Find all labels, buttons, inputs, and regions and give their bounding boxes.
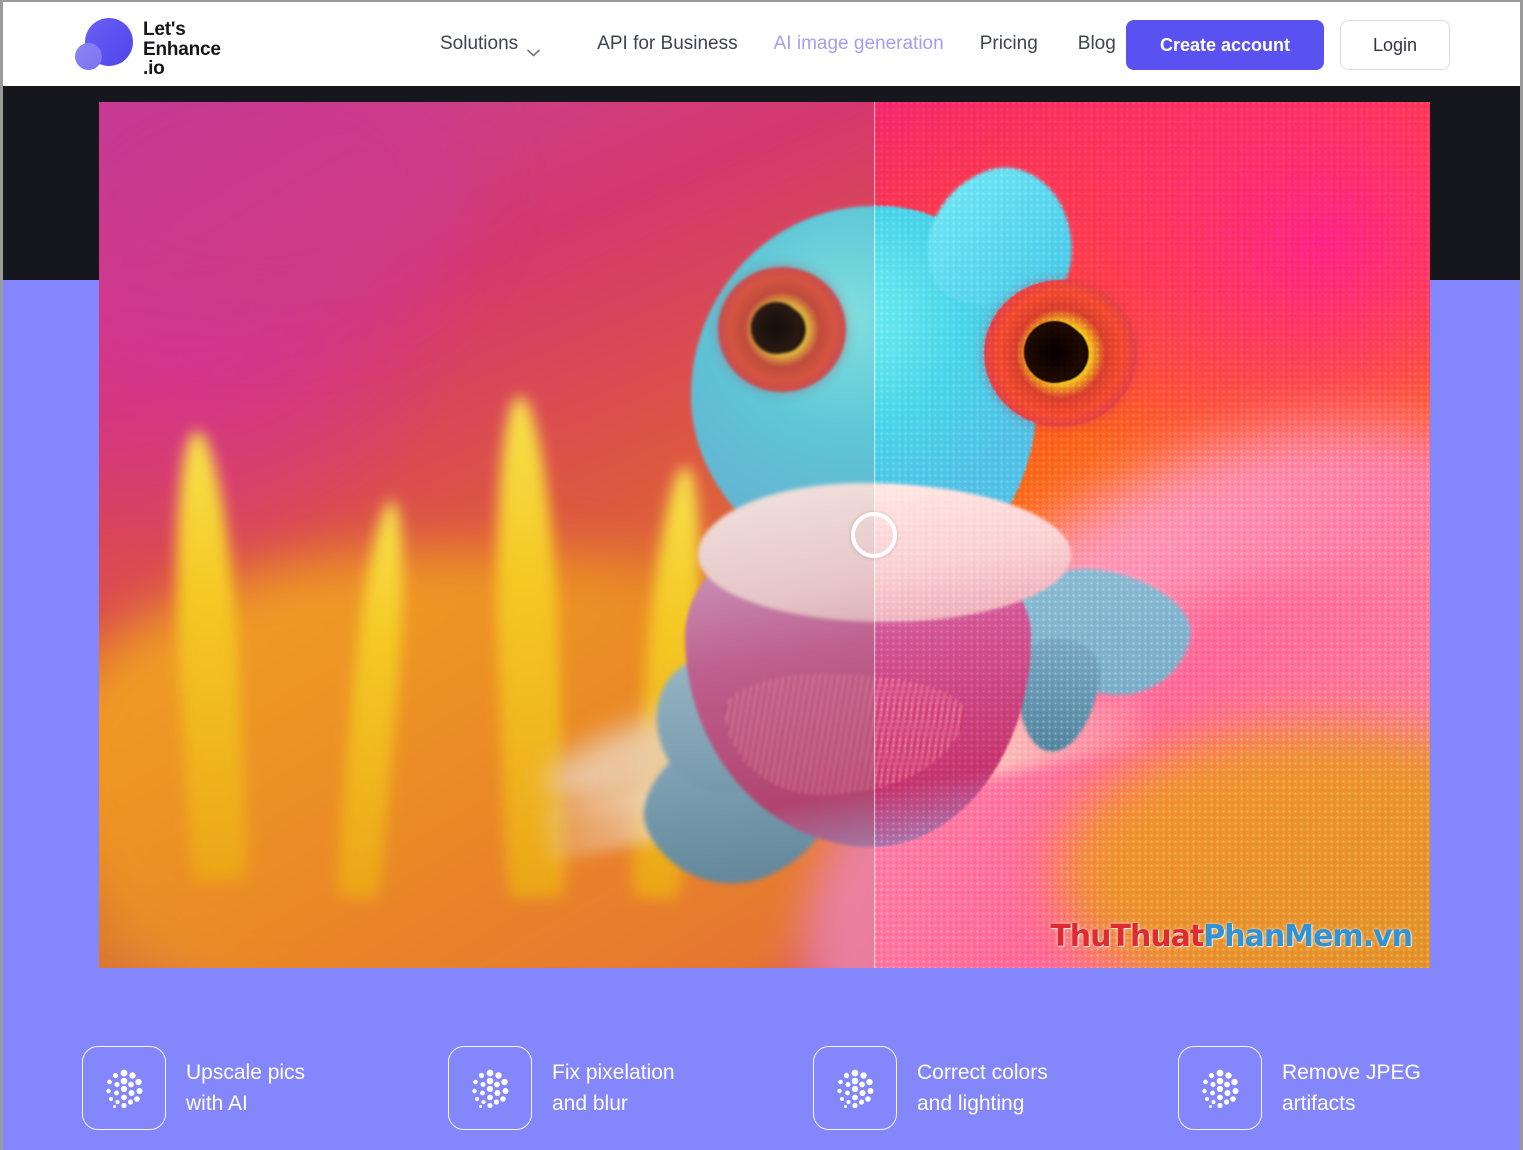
feature-label-correct-colors: Correct colors and lighting (917, 1061, 1048, 1115)
nav-label-pricing: Pricing (979, 33, 1038, 54)
nav-item-blog[interactable]: Blog (1078, 33, 1116, 55)
login-button[interactable]: Login (1340, 20, 1450, 70)
feature-list: Upscale pics with AI Fix pixelation and … (3, 1046, 1520, 1130)
browser-page: Let's Enhance .io Solutions API for Busi… (3, 2, 1520, 1150)
ukraine-flag-icon (217, 22, 244, 39)
create-account-button[interactable]: Create account (1126, 20, 1324, 70)
feature-label-remove-jpeg-artifacts: Remove JPEG artifacts (1282, 1061, 1421, 1115)
nav-item-pricing[interactable]: Pricing (980, 33, 1038, 55)
logo-wordmark: Let's Enhance .io (143, 16, 221, 79)
feature-item-correct-colors[interactable]: Correct colors and lighting (813, 1046, 1048, 1130)
feature-item-upscale[interactable]: Upscale pics with AI (82, 1046, 305, 1130)
nav-label-ai-image-generation: AI image generation (773, 33, 944, 54)
after-side-enhanced-overlay (873, 102, 1430, 968)
logo-line-3: .io (143, 58, 165, 79)
nav-label-solutions: Solutions (440, 33, 519, 54)
feature-label-upscale: Upscale pics with AI (186, 1061, 306, 1115)
nav-label-blog: Blog (1077, 33, 1116, 54)
comparison-slider-handle[interactable] (850, 512, 897, 558)
watermark-part-2: PhanMem.vn (1203, 919, 1413, 954)
chevron-down-icon (527, 41, 540, 57)
logo-line-1: Let's (143, 19, 186, 40)
nav-label-api: API for Business (597, 33, 738, 54)
chameleon-photo (99, 102, 1430, 968)
before-after-comparison[interactable]: ThuThuatPhanMem.vn (99, 102, 1430, 968)
lets-enhance-logo-icon (75, 16, 133, 74)
feature-label-fix-pixelation: Fix pixelation and blur (552, 1061, 675, 1115)
site-header: Let's Enhance .io Solutions API for Busi… (3, 2, 1520, 86)
dotted-circle-icon (82, 1046, 166, 1130)
feature-item-remove-jpeg-artifacts[interactable]: Remove JPEG artifacts (1178, 1046, 1421, 1130)
watermark-part-1: ThuThuat (1050, 919, 1204, 954)
logo-line-2: Enhance (143, 38, 221, 60)
nav-item-ai-image-generation[interactable]: AI image generation (774, 33, 944, 55)
watermark: ThuThuatPhanMem.vn (1050, 919, 1413, 954)
logo-link[interactable]: Let's Enhance .io (75, 16, 221, 79)
main-navigation: Solutions API for Business AI image gene… (440, 2, 1116, 86)
dotted-circle-icon (448, 1046, 532, 1130)
nav-item-api-for-business[interactable]: API for Business (597, 33, 737, 55)
dotted-circle-icon (813, 1046, 897, 1130)
nav-item-solutions[interactable]: Solutions (440, 33, 540, 57)
dotted-circle-icon (1178, 1046, 1262, 1130)
feature-item-fix-pixelation[interactable]: Fix pixelation and blur (448, 1046, 675, 1130)
